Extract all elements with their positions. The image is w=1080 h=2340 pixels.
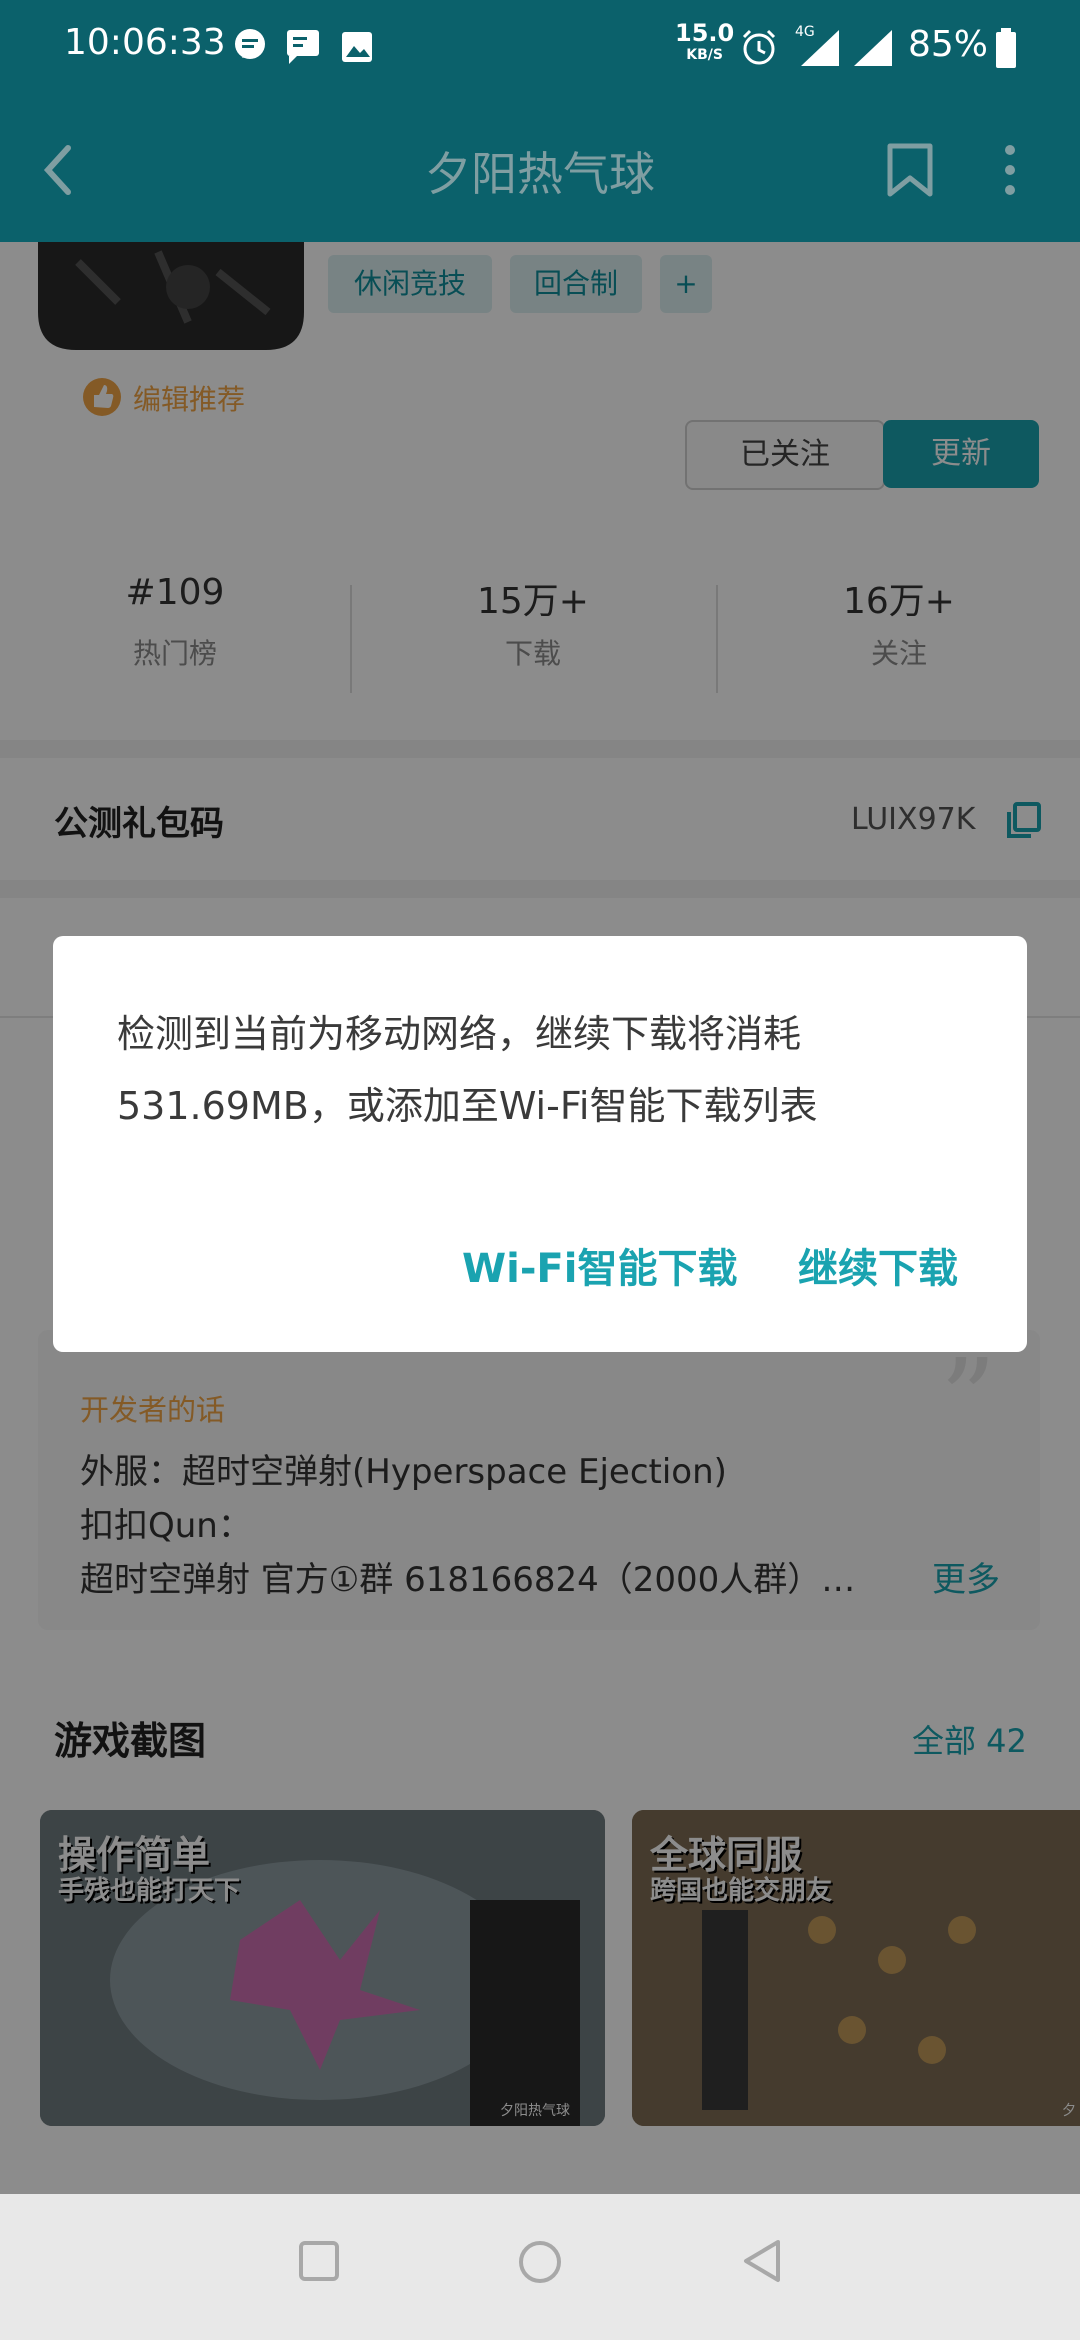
battery-icon: [996, 28, 1016, 68]
image-icon: [342, 32, 372, 62]
back-nav-icon[interactable]: [740, 2238, 784, 2284]
alarm-icon: [742, 29, 776, 65]
signal-4g-icon: [801, 30, 839, 66]
dialog-message: 检测到当前为移动网络，继续下载将消耗531.69MB，或添加至Wi-Fi智能下载…: [117, 1012, 818, 1128]
recents-icon[interactable]: [298, 2240, 340, 2282]
net-speed-unit: KB/S: [686, 47, 723, 63]
home-icon[interactable]: [518, 2240, 562, 2284]
more-vert-icon[interactable]: [998, 142, 1022, 198]
system-nav-bar: [0, 2194, 1080, 2340]
bookmark-icon[interactable]: [886, 142, 934, 198]
continue-download-button[interactable]: 继续下载: [798, 1236, 958, 1294]
status-bar: 10:06:33 15.0 KB/S 4G 85%: [0, 0, 1080, 100]
status-time: 10:06:33: [64, 22, 226, 63]
signal-icon: [854, 30, 892, 66]
battery-percent: 85%: [908, 24, 989, 65]
wifi-download-button[interactable]: Wi-Fi智能下载: [462, 1236, 737, 1294]
app-bar: 夕阳热气球: [0, 100, 1080, 242]
net-speed: 15.0: [675, 19, 735, 47]
message-icon: [235, 29, 265, 59]
chat-icon: [287, 30, 319, 64]
download-confirm-dialog: 检测到当前为移动网络，继续下载将消耗531.69MB，或添加至Wi-Fi智能下载…: [53, 936, 1027, 1352]
